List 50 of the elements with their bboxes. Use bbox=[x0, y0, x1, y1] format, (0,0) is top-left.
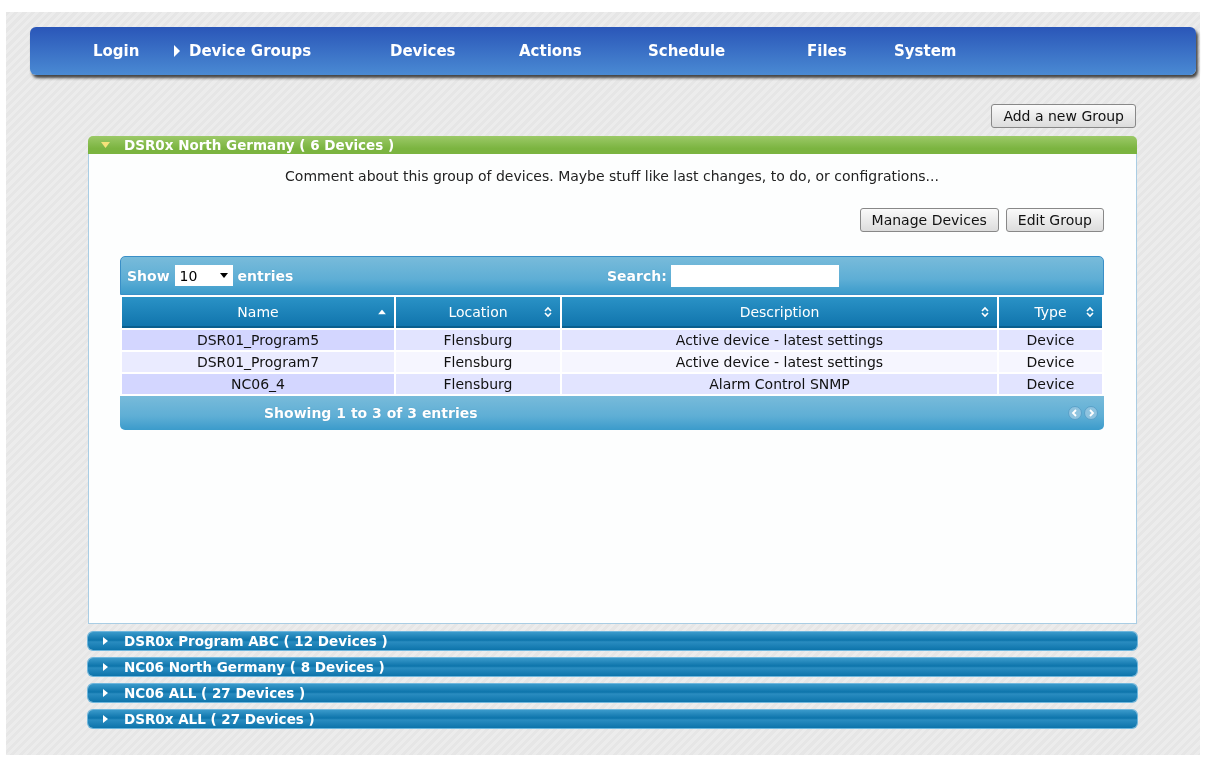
group-action-button[interactable]: Edit Group bbox=[1005, 208, 1104, 232]
entries-label: entries bbox=[237, 267, 294, 284]
table-cell: Device bbox=[999, 330, 1102, 350]
group-title: DSR0x ALL ( 27 Devices ) bbox=[124, 711, 315, 727]
table-cell: NC06_4 bbox=[122, 374, 394, 394]
group-title: DSR0x North Germany ( 6 Devices ) bbox=[124, 137, 395, 153]
triangle-right-icon bbox=[103, 637, 108, 645]
group-header[interactable]: DSR0x Program ABC ( 12 Devices ) bbox=[88, 632, 1137, 650]
table-cell: DSR01_Program7 bbox=[122, 352, 394, 372]
table-cell: Flensburg bbox=[396, 352, 560, 372]
column-header[interactable]: Name bbox=[122, 297, 394, 328]
table-cell: DSR01_Program5 bbox=[122, 330, 394, 350]
column-header[interactable]: Type bbox=[999, 297, 1102, 328]
group-title: NC06 ALL ( 27 Devices ) bbox=[124, 685, 306, 701]
nav-link[interactable]: Login bbox=[93, 42, 140, 60]
triangle-right-icon bbox=[103, 663, 108, 671]
table-cell: Device bbox=[999, 374, 1102, 394]
triangle-down-icon bbox=[101, 142, 110, 148]
page-size-select[interactable]: 10 bbox=[174, 265, 233, 286]
triangle-right-icon bbox=[103, 689, 108, 697]
nav-link[interactable]: Device Groups bbox=[189, 42, 312, 60]
table-cell: Alarm Control SNMP bbox=[562, 374, 997, 394]
nav-link[interactable]: Files bbox=[807, 42, 847, 60]
group-header[interactable]: NC06 North Germany ( 8 Devices ) bbox=[88, 658, 1137, 676]
group-title: NC06 North Germany ( 8 Devices ) bbox=[124, 659, 385, 675]
column-header[interactable]: Description bbox=[562, 297, 997, 328]
previous-page-icon[interactable] bbox=[1068, 406, 1082, 420]
entries-info: Showing 1 to 3 of 3 entries bbox=[264, 405, 478, 421]
triangle-right-icon bbox=[103, 715, 108, 723]
show-label: Show bbox=[127, 267, 170, 284]
nav-link[interactable]: Schedule bbox=[648, 42, 726, 60]
search-field[interactable] bbox=[670, 264, 839, 287]
table-cell: Active device - latest settings bbox=[562, 352, 997, 372]
column-header[interactable]: Location bbox=[396, 297, 560, 328]
group-title: DSR0x Program ABC ( 12 Devices ) bbox=[124, 633, 388, 649]
group-header[interactable]: NC06 ALL ( 27 Devices ) bbox=[88, 684, 1137, 702]
group-comment: Comment about this group of devices. Maybe stuff like last changes, to do, or configrations... bbox=[284, 168, 940, 184]
table-cell: Device bbox=[999, 352, 1102, 372]
table-cell: Active device - latest settings bbox=[562, 330, 997, 350]
nav-link[interactable]: System bbox=[894, 42, 957, 60]
nav-link[interactable]: Devices bbox=[390, 42, 456, 60]
group-header[interactable]: DSR0x ALL ( 27 Devices ) bbox=[88, 710, 1137, 728]
caret-down-icon bbox=[219, 273, 228, 278]
group-action-button[interactable]: Manage Devices bbox=[859, 208, 999, 232]
search-label: Search: bbox=[607, 267, 667, 284]
table-cell: Flensburg bbox=[396, 330, 560, 350]
next-page-icon[interactable] bbox=[1084, 406, 1098, 420]
add-group-button[interactable]: Add a new Group bbox=[991, 104, 1136, 128]
table-cell: Flensburg bbox=[396, 374, 560, 394]
nav-link[interactable]: Actions bbox=[519, 42, 582, 60]
